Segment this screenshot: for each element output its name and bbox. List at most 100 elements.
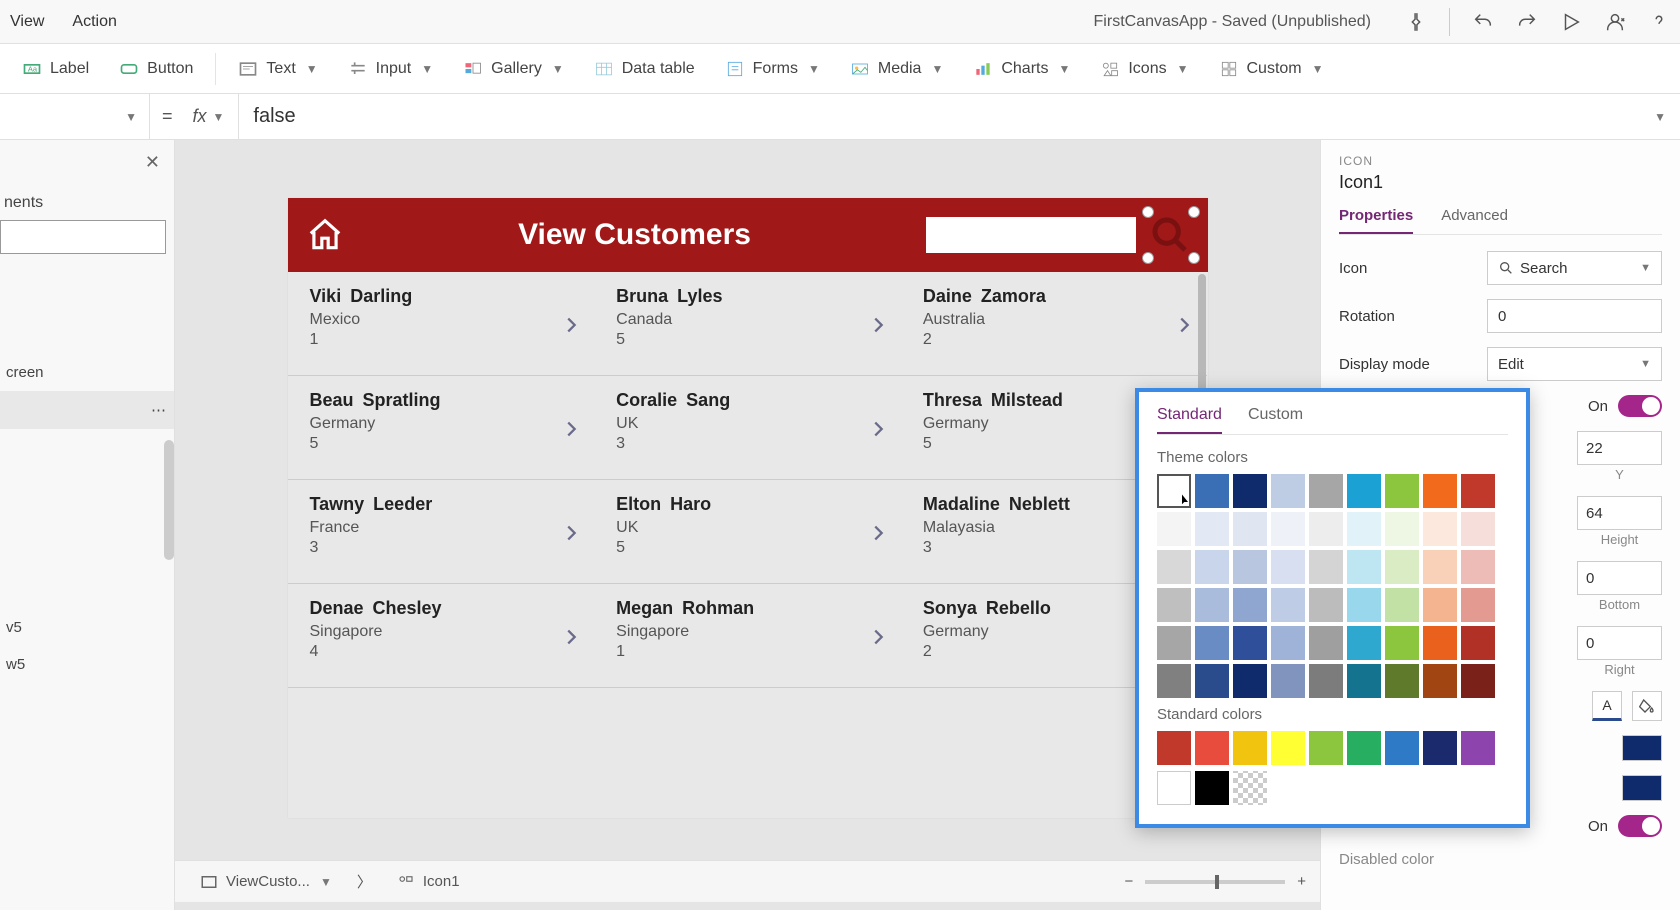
theme-color-swatch[interactable] (1423, 626, 1457, 660)
prop-height-input[interactable]: 64 (1577, 496, 1662, 530)
chevron-right-icon[interactable] (867, 626, 889, 648)
tab-properties[interactable]: Properties (1339, 207, 1413, 234)
theme-color-swatch[interactable] (1309, 550, 1343, 584)
fill-color-button[interactable] (1632, 691, 1662, 721)
theme-color-swatch[interactable] (1309, 626, 1343, 660)
play-icon[interactable] (1560, 11, 1582, 33)
ribbon-text[interactable]: Text▼ (224, 51, 331, 87)
theme-color-swatch[interactable] (1233, 664, 1267, 698)
prop-display-select[interactable]: Edit▼ (1487, 347, 1662, 381)
formula-input[interactable]: false ▼ (239, 105, 1680, 128)
prop-x-input[interactable]: 22 (1577, 431, 1662, 465)
theme-color-swatch[interactable] (1309, 664, 1343, 698)
theme-color-swatch[interactable] (1461, 512, 1495, 546)
extra-color-swatch[interactable] (1157, 771, 1191, 805)
gallery-scrollbar[interactable] (1198, 274, 1206, 404)
selection-handles[interactable] (1142, 206, 1200, 264)
theme-color-swatch[interactable] (1385, 512, 1419, 546)
ribbon-button[interactable]: Button (105, 51, 207, 87)
theme-color-swatch[interactable] (1385, 550, 1419, 584)
tree-item-w5[interactable]: v5 (0, 609, 174, 646)
standard-color-swatch[interactable] (1271, 731, 1305, 765)
app-search-input[interactable] (926, 217, 1136, 253)
theme-color-swatch[interactable] (1347, 474, 1381, 508)
theme-color-swatch[interactable] (1461, 626, 1495, 660)
theme-color-swatch[interactable] (1309, 512, 1343, 546)
theme-color-swatch[interactable] (1271, 550, 1305, 584)
prop-right-input[interactable]: 0 (1577, 626, 1662, 660)
standard-color-swatch[interactable] (1233, 731, 1267, 765)
theme-color-swatch[interactable] (1423, 512, 1457, 546)
zoom-out-icon[interactable]: − (1124, 873, 1133, 890)
ribbon-forms[interactable]: Forms▼ (711, 51, 834, 87)
menu-action[interactable]: Action (72, 13, 116, 31)
zoom-slider[interactable] (1145, 880, 1285, 884)
theme-color-swatch[interactable] (1423, 588, 1457, 622)
extra-color-swatch[interactable] (1233, 771, 1267, 805)
theme-color-swatch[interactable] (1271, 512, 1305, 546)
color-swatch-2[interactable] (1622, 775, 1662, 801)
theme-color-swatch[interactable] (1157, 664, 1191, 698)
property-selector[interactable]: ▼ (0, 94, 150, 139)
customer-card[interactable]: Elton Haro UK 5 (594, 480, 901, 584)
theme-color-swatch[interactable] (1233, 550, 1267, 584)
color-swatch-1[interactable] (1622, 735, 1662, 761)
standard-color-swatch[interactable] (1385, 731, 1419, 765)
theme-color-swatch[interactable] (1309, 588, 1343, 622)
theme-color-swatch[interactable] (1271, 664, 1305, 698)
breadcrumb-screen[interactable]: ViewCusto...▼ (189, 868, 343, 896)
home-icon[interactable] (306, 216, 344, 254)
chevron-right-icon[interactable] (867, 522, 889, 544)
prop-visible-toggle[interactable] (1618, 395, 1662, 417)
chevron-right-icon[interactable] (560, 418, 582, 440)
prop-rotation-input[interactable]: 0 (1487, 299, 1662, 333)
redo-icon[interactable] (1516, 11, 1538, 33)
standard-color-swatch[interactable] (1309, 731, 1343, 765)
more-icon[interactable]: ⋯ (151, 401, 166, 419)
font-color-button[interactable]: A (1592, 691, 1622, 721)
tab-advanced[interactable]: Advanced (1441, 207, 1508, 234)
tree-search-input[interactable] (0, 220, 166, 254)
standard-color-swatch[interactable] (1195, 731, 1229, 765)
standard-color-swatch[interactable] (1347, 731, 1381, 765)
theme-color-swatch[interactable] (1423, 474, 1457, 508)
theme-color-swatch[interactable] (1157, 474, 1191, 508)
ribbon-label[interactable]: Aa Label (8, 51, 103, 87)
customer-card[interactable]: Viki Darling Mexico 1 (288, 272, 595, 376)
tree-item-screen[interactable]: creen (0, 354, 174, 391)
theme-color-swatch[interactable] (1271, 474, 1305, 508)
theme-color-swatch[interactable] (1461, 474, 1495, 508)
theme-color-swatch[interactable] (1195, 512, 1229, 546)
theme-color-swatch[interactable] (1347, 588, 1381, 622)
ribbon-charts[interactable]: Charts▼ (959, 51, 1084, 87)
theme-color-swatch[interactable] (1461, 588, 1495, 622)
prop-bottom-input[interactable]: 0 (1577, 561, 1662, 595)
theme-color-swatch[interactable] (1347, 626, 1381, 660)
close-icon[interactable]: ✕ (145, 152, 160, 173)
customer-card[interactable]: Bruna Lyles Canada 5 (594, 272, 901, 376)
share-icon[interactable] (1604, 11, 1626, 33)
chevron-right-icon[interactable] (560, 626, 582, 648)
theme-color-swatch[interactable] (1347, 664, 1381, 698)
chevron-right-icon[interactable] (867, 418, 889, 440)
standard-color-swatch[interactable] (1461, 731, 1495, 765)
theme-color-swatch[interactable] (1157, 512, 1191, 546)
prop-toggle-2[interactable] (1618, 815, 1662, 837)
standard-color-swatch[interactable] (1423, 731, 1457, 765)
theme-color-swatch[interactable] (1157, 550, 1191, 584)
undo-icon[interactable] (1472, 11, 1494, 33)
extra-color-swatch[interactable] (1195, 771, 1229, 805)
fx-button[interactable]: fx▼ (185, 94, 240, 139)
theme-color-swatch[interactable] (1423, 664, 1457, 698)
theme-color-swatch[interactable] (1233, 512, 1267, 546)
tree-item-w5b[interactable]: w5 (0, 646, 174, 683)
theme-color-swatch[interactable] (1461, 550, 1495, 584)
theme-color-swatch[interactable] (1195, 664, 1229, 698)
standard-color-swatch[interactable] (1157, 731, 1191, 765)
ribbon-datatable[interactable]: Data table (580, 51, 709, 87)
ribbon-custom[interactable]: Custom▼ (1205, 51, 1338, 87)
health-icon[interactable] (1405, 11, 1427, 33)
theme-color-swatch[interactable] (1423, 550, 1457, 584)
customer-card[interactable]: Denae Chesley Singapore 4 (288, 584, 595, 688)
theme-color-swatch[interactable] (1385, 664, 1419, 698)
